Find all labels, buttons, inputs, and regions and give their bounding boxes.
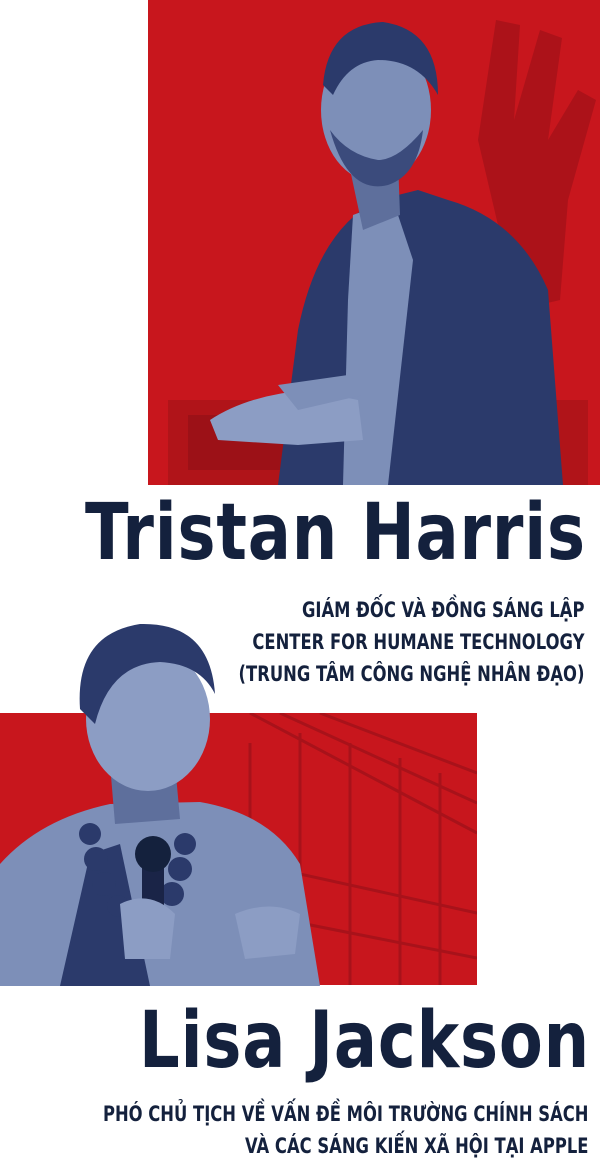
role-line: VÀ CÁC SÁNG KIẾN XÃ HỘI TẠI APPLE bbox=[244, 1134, 589, 1158]
tristan-harris-photo-panel bbox=[148, 0, 600, 485]
person-name: Tristan Harris bbox=[85, 488, 586, 578]
person-name: Lisa Jackson bbox=[139, 996, 590, 1086]
tristan-harris-photo bbox=[148, 0, 600, 485]
role-line: PHÓ CHỦ TỊCH VỀ VẤN ĐỀ MÔI TRƯỜNG CHÍNH … bbox=[102, 1102, 588, 1126]
person-role: PHÓ CHỦ TỊCH VỀ VẤN ĐỀ MÔI TRƯỜNG CHÍNH … bbox=[102, 1098, 588, 1162]
lisa-jackson-photo bbox=[0, 623, 320, 986]
